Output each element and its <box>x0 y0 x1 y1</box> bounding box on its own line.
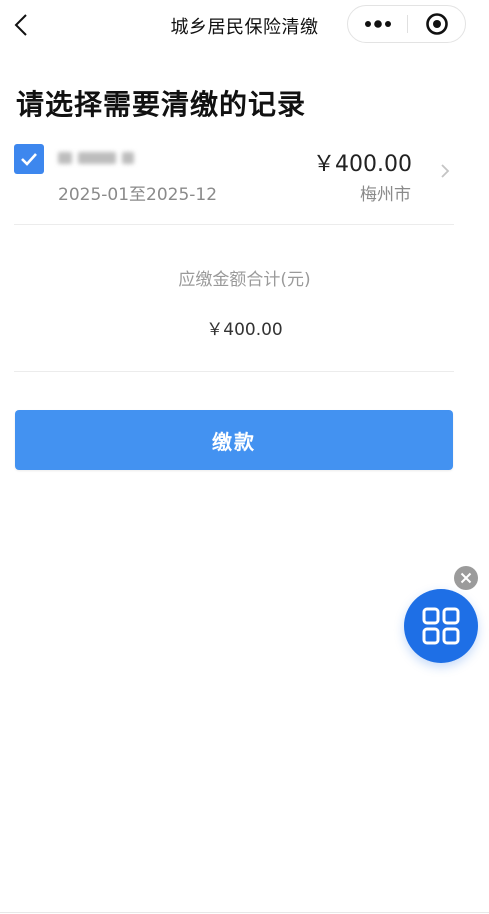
record-item[interactable]: 2025-01至2025-12 ￥400.00 梅州市 <box>0 140 489 224</box>
page-title: 请选择需要清缴的记录 <box>16 88 307 121</box>
record-period: 2025-01至2025-12 <box>58 185 218 205</box>
check-icon <box>21 153 37 166</box>
navigation-bar: 城乡居民保险清缴 <box>0 0 489 52</box>
close-icon <box>460 572 472 584</box>
redacted-name <box>58 146 138 166</box>
grid-icon <box>422 607 460 645</box>
divider <box>14 371 454 372</box>
chevron-right-icon <box>441 164 450 178</box>
floating-menu-button[interactable] <box>404 589 478 663</box>
bottom-divider <box>0 912 489 913</box>
mini-program-capsule <box>347 5 466 43</box>
total-label: 应缴金额合计(元) <box>178 270 311 290</box>
total-amount: ￥400.00 <box>206 320 283 340</box>
record-checkbox[interactable] <box>14 144 44 174</box>
target-circle-icon <box>426 13 448 35</box>
record-city: 梅州市 <box>360 185 411 205</box>
floating-close-button[interactable] <box>454 566 478 590</box>
pay-button[interactable]: 缴款 <box>15 410 453 470</box>
record-amount: ￥400.00 <box>313 152 412 177</box>
more-button[interactable] <box>348 6 407 42</box>
divider <box>14 224 454 225</box>
close-mini-program-button[interactable] <box>408 6 466 42</box>
more-dots-icon <box>364 20 391 28</box>
